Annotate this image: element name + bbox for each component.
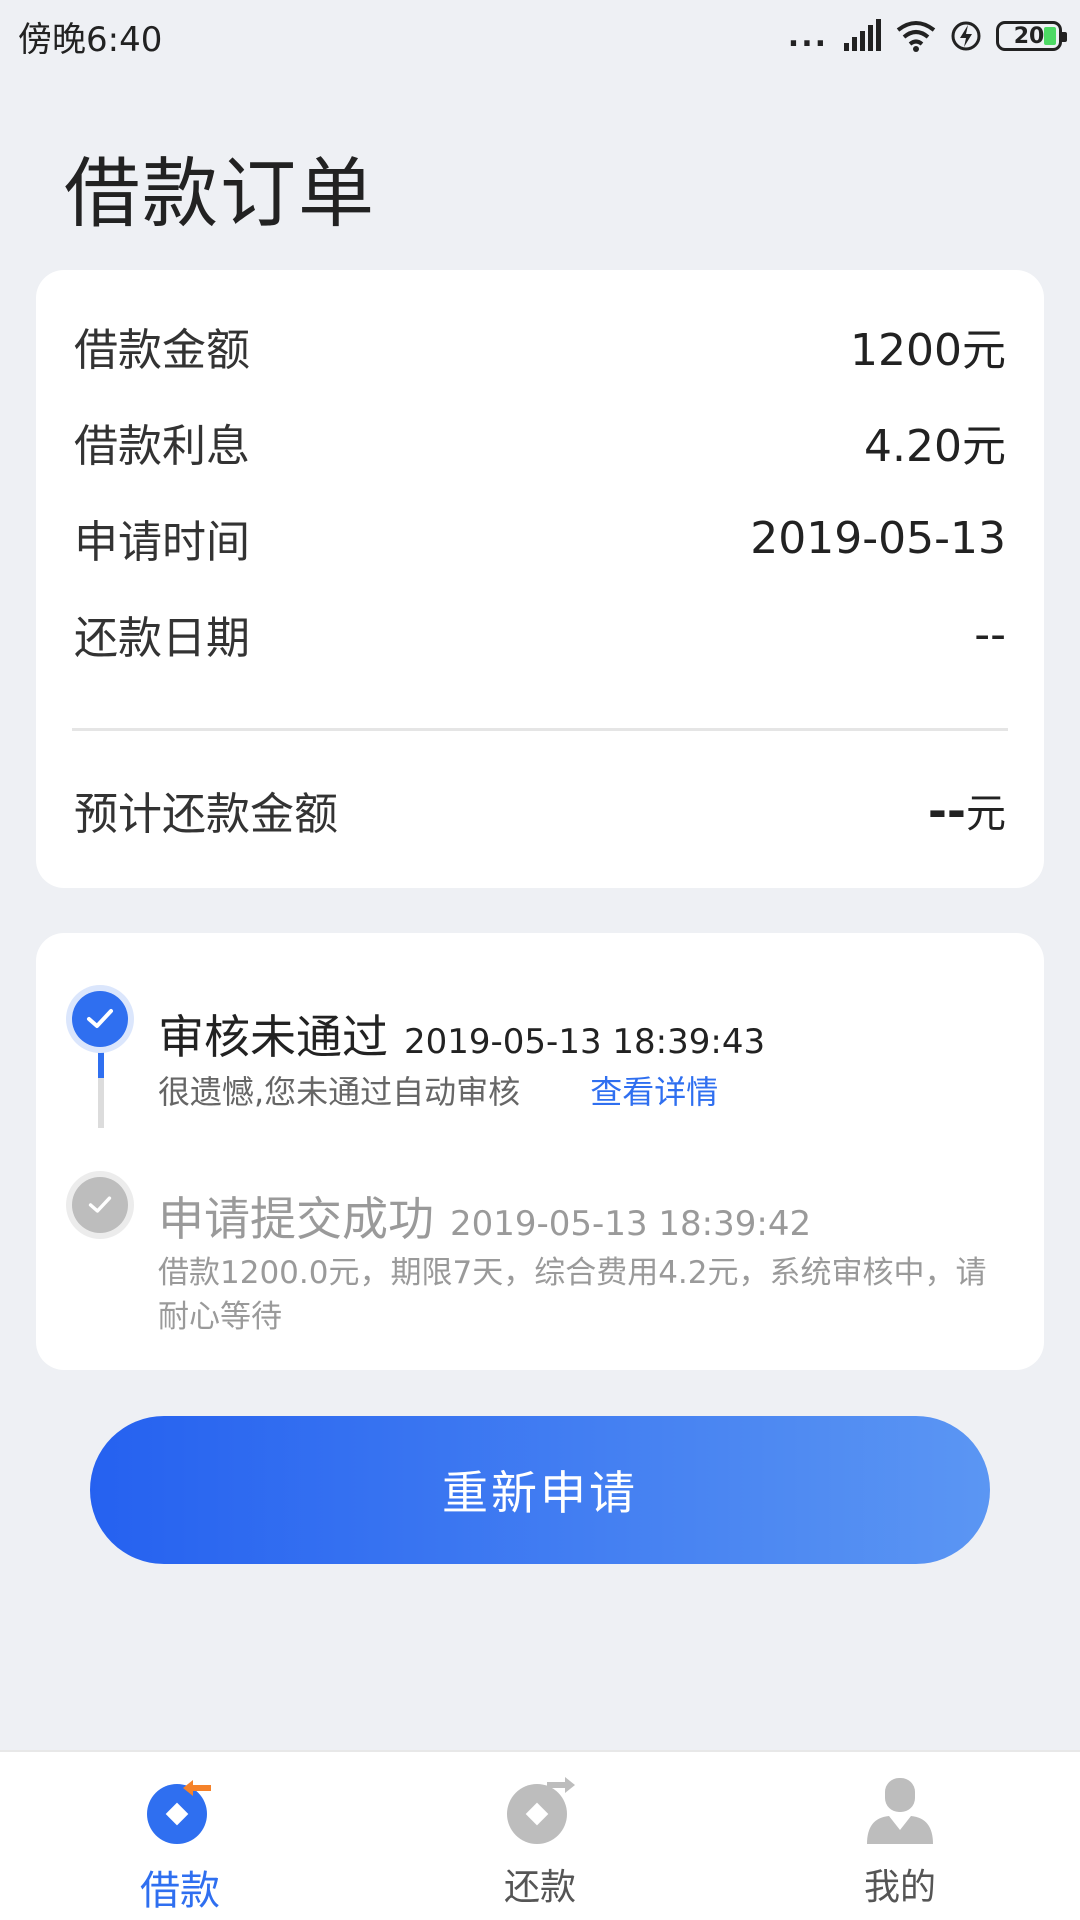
- nav-label: 借款: [140, 1868, 220, 1914]
- info-row-amount: 借款金额 1200元: [74, 314, 1006, 378]
- status-time: 傍晚6:40: [18, 19, 163, 60]
- info-value: --: [974, 608, 1006, 660]
- nav-item-profile[interactable]: 我的: [750, 1752, 1050, 1910]
- info-value: 1200元: [850, 325, 1006, 376]
- info-row-expected-repayment: 预计还款金额 --元: [74, 778, 1006, 842]
- wifi-icon: [896, 21, 936, 52]
- status-timeline-card: 审核未通过 2019-05-13 18:39:43 很遗憾,您未通过自动审核 查…: [36, 933, 1044, 1370]
- event-description: 很遗憾,您未通过自动审核: [158, 1073, 521, 1111]
- nav-item-repay[interactable]: 还款: [390, 1752, 690, 1910]
- info-value: 4.20元: [864, 421, 1006, 472]
- view-details-link[interactable]: 查看详情: [590, 1067, 718, 1113]
- nav-label: 还款: [503, 1867, 576, 1908]
- battery-icon: 20: [996, 21, 1067, 51]
- timeline-event-title: 审核未通过 2019-05-13 18:39:43: [158, 1001, 765, 1067]
- info-label: 申请时间: [74, 517, 250, 568]
- check-icon: [72, 1177, 128, 1233]
- loan-icon: [147, 1780, 211, 1844]
- nav-item-loan[interactable]: 借款: [30, 1752, 330, 1916]
- info-label: 借款利息: [74, 421, 250, 472]
- event-description: 借款1200.0元，期限7天，综合费用4.2元，系统审核中，请耐心等待: [158, 1255, 987, 1335]
- info-label: 还款日期: [74, 613, 250, 664]
- event-time: 2019-05-13 18:39:42: [450, 1204, 812, 1244]
- charging-icon: [951, 21, 981, 51]
- battery-fill: [1044, 27, 1056, 45]
- status-bar: 傍晚6:40 ... 20: [0, 0, 1080, 72]
- info-row-apply-time: 申请时间 2019-05-13: [74, 506, 1006, 570]
- event-time: 2019-05-13 18:39:43: [404, 1022, 766, 1062]
- timeline-event-description: 很遗憾,您未通过自动审核 查看详情: [158, 1067, 718, 1113]
- signal-icon: [844, 19, 881, 51]
- loan-info-card: 借款金额 1200元 借款利息 4.20元 申请时间 2019-05-13 还款…: [36, 270, 1044, 888]
- battery-level: 20: [1013, 23, 1045, 49]
- info-label: 借款金额: [74, 325, 250, 376]
- timeline-event-title: 申请提交成功 2019-05-13 18:39:42: [158, 1183, 811, 1249]
- info-row-interest: 借款利息 4.20元: [74, 410, 1006, 474]
- reapply-button[interactable]: 重新申请: [90, 1416, 990, 1564]
- info-value: --元: [928, 781, 1006, 839]
- status-dots: ...: [787, 18, 828, 54]
- status-left: 傍晚6:40: [18, 12, 162, 61]
- info-label: 预计还款金额: [74, 789, 338, 840]
- event-title: 审核未通过: [158, 1010, 388, 1064]
- expected-repayment-unit: 元: [966, 791, 1006, 837]
- event-title: 申请提交成功: [158, 1192, 434, 1246]
- divider: [72, 728, 1008, 731]
- check-icon: [72, 991, 128, 1047]
- status-right: ... 20: [787, 18, 1067, 54]
- page-title: 借款订单: [64, 149, 376, 238]
- profile-icon: [867, 1778, 933, 1844]
- info-value: 2019-05-13: [750, 512, 1006, 564]
- nav-label: 我的: [863, 1867, 936, 1908]
- repay-icon: [507, 1777, 575, 1844]
- expected-repayment-value: --: [927, 784, 966, 838]
- timeline-connector-inactive: [98, 1078, 104, 1128]
- bottom-nav: 借款 还款 我的: [0, 1750, 1080, 1920]
- info-row-repay-date: 还款日期 --: [74, 602, 1006, 666]
